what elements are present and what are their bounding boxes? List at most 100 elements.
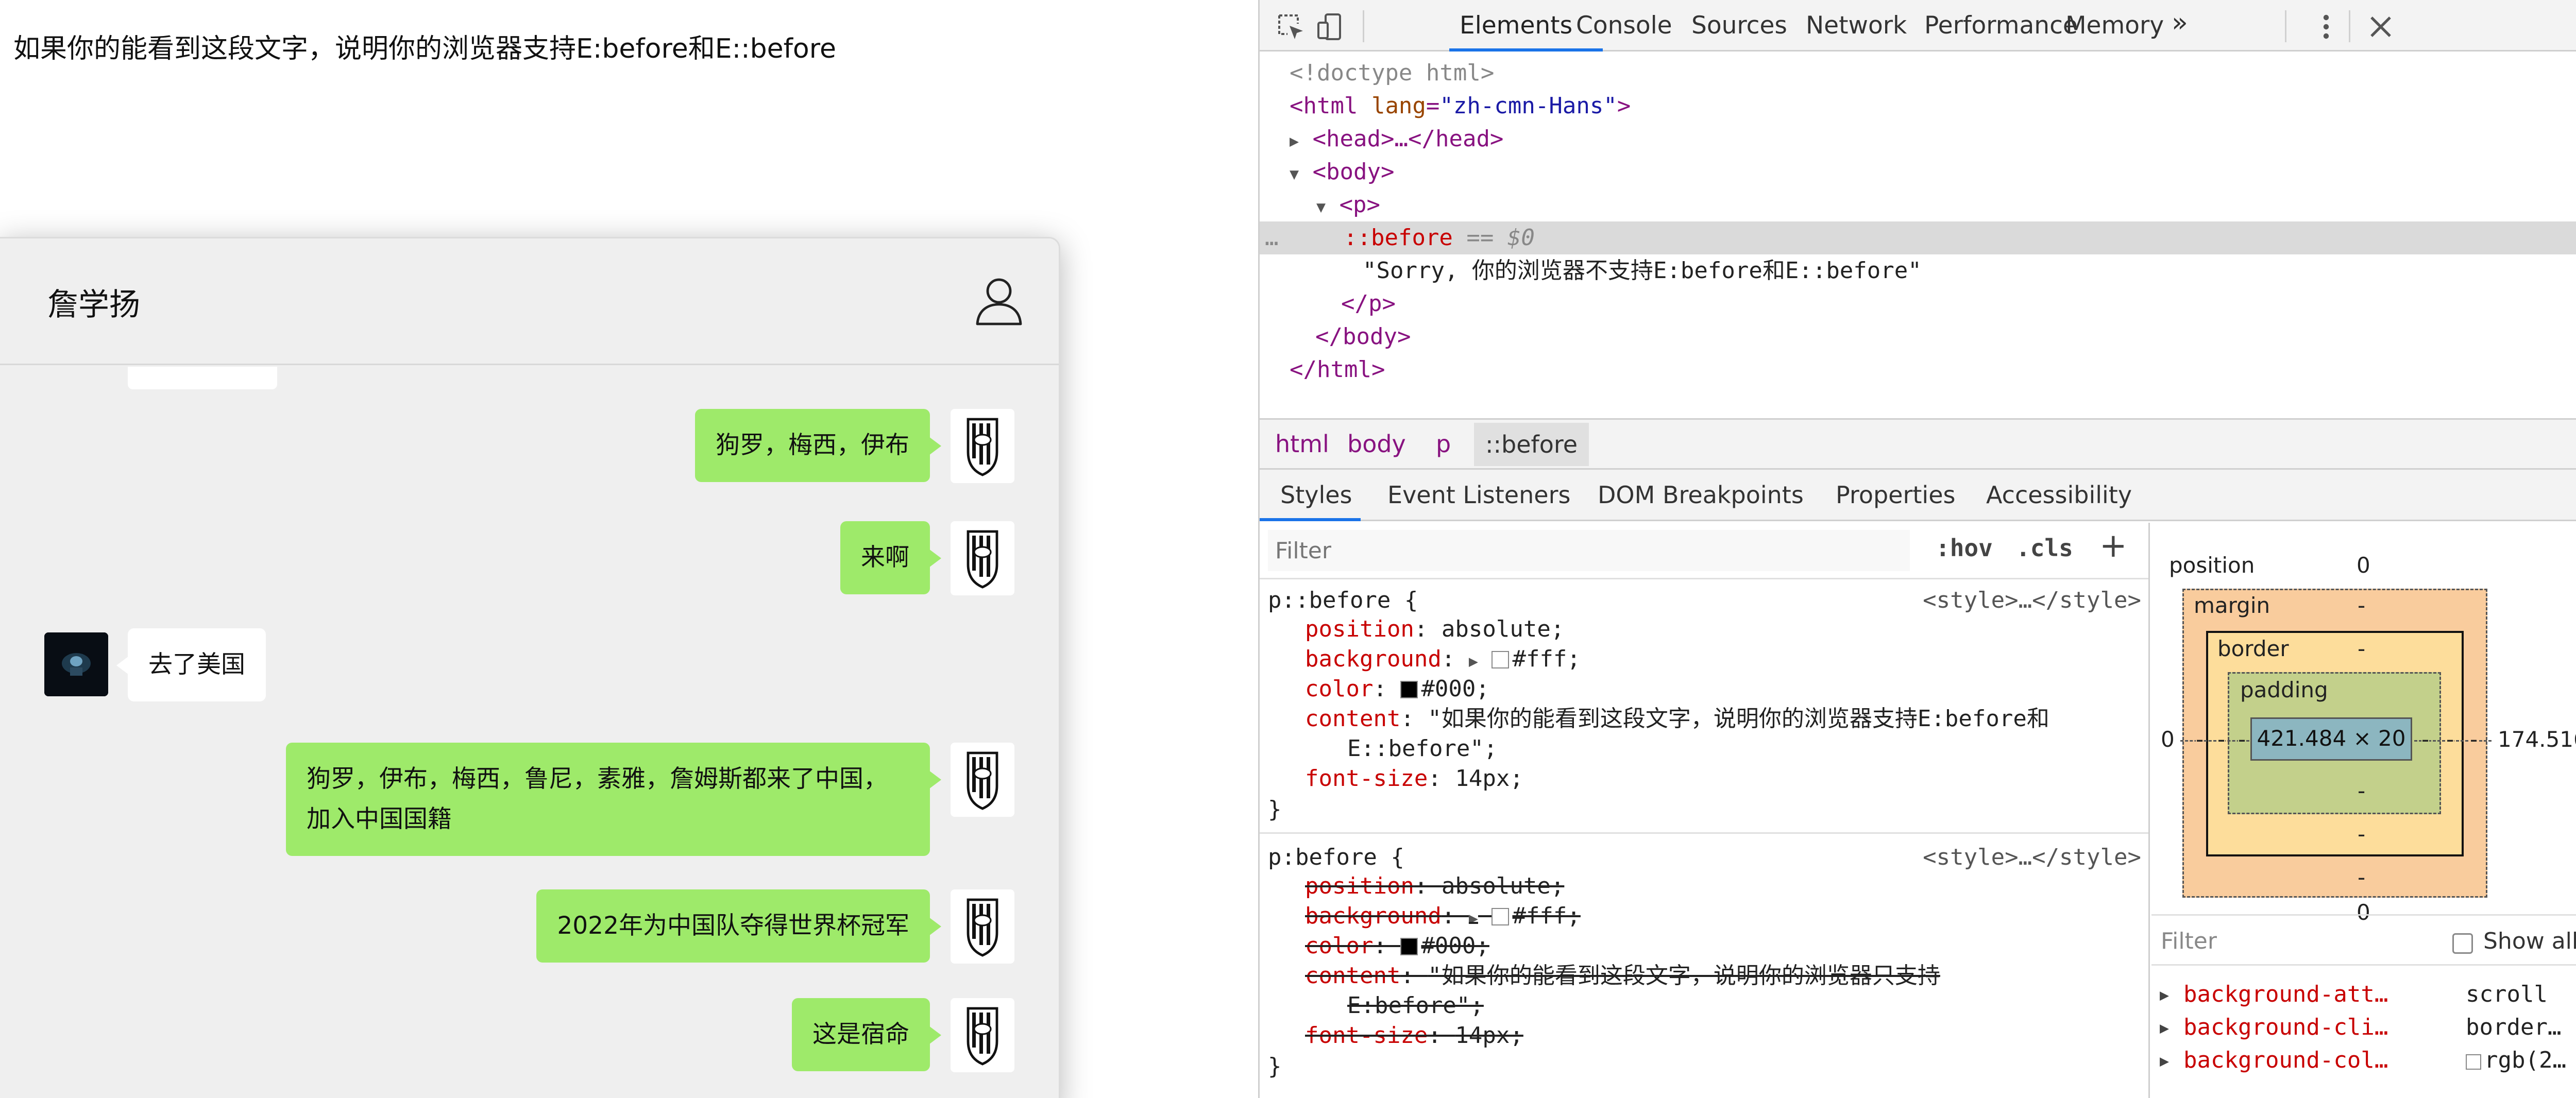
juventus-logo-avatar[interactable] (951, 521, 1014, 595)
color-swatch[interactable] (1492, 651, 1510, 668)
collapse-triangle-icon[interactable]: ▼ (1316, 198, 1326, 216)
dom-node-p[interactable]: ▼ <p> (1260, 188, 2576, 221)
user-profile-icon[interactable] (974, 274, 1024, 326)
color-swatch[interactable] (1400, 938, 1418, 955)
tab-elements[interactable]: Elements (1460, 11, 1572, 40)
box-border-left[interactable]: - (2217, 727, 2226, 752)
message-bubble-me: 这是宿命 (792, 998, 941, 1071)
show-all-checkbox[interactable] (2452, 933, 2473, 954)
expand-triangle-icon[interactable]: ▶ (1469, 653, 1478, 671)
expand-triangle-icon[interactable]: ▶ (1469, 910, 1478, 928)
computed-filter-input[interactable]: Filter (2161, 928, 2217, 954)
kebab-menu-icon[interactable] (2311, 11, 2342, 42)
box-padding-left[interactable]: - (2238, 727, 2246, 752)
dom-node-body[interactable]: ▼ <body> (1260, 156, 2576, 188)
tab-memory[interactable]: Memory (2065, 11, 2164, 40)
tab-network[interactable]: Network (1806, 11, 1907, 40)
expand-triangle-icon[interactable]: ▶ (2160, 1019, 2169, 1037)
dom-node-html-close[interactable]: </html> (1260, 353, 2576, 386)
close-icon[interactable] (2365, 11, 2396, 42)
dom-node-head[interactable]: ▶ <head>…</head> (1260, 123, 2576, 156)
property-value: "如果你的能看到这段文字，说明你的浏览器支持E:before和 (1428, 706, 2049, 732)
rule-source-link[interactable]: <style>…</style> (1923, 843, 2141, 872)
css-declaration[interactable]: position: absolute; (1305, 871, 1564, 901)
tab-styles[interactable]: Styles (1280, 481, 1352, 509)
css-declaration[interactable]: color: #000; (1305, 931, 1489, 961)
expand-triangle-icon[interactable]: ▶ (1290, 132, 1299, 150)
box-padding-right[interactable]: - (2421, 727, 2430, 752)
juventus-logo-avatar[interactable] (951, 743, 1014, 817)
box-border-top[interactable]: - (2358, 636, 2365, 661)
breadcrumb-before[interactable]: ::before (1474, 423, 1589, 466)
color-swatch[interactable] (1400, 681, 1418, 698)
node-actions-ellipsis[interactable]: … (1265, 225, 1279, 251)
computed-property-value: scroll (2466, 981, 2548, 1007)
dom-node-doctype[interactable]: <!doctype html> (1260, 57, 2576, 90)
more-tabs-button[interactable]: » (2172, 7, 2188, 38)
styles-filter-input[interactable] (1268, 530, 1910, 571)
tab-performance[interactable]: Performance (1924, 11, 2078, 40)
dom-node-before-selected[interactable]: … ::before == $0 (1260, 221, 2576, 254)
collapse-triangle-icon[interactable]: ▼ (1290, 165, 1299, 183)
color-swatch[interactable] (2466, 1054, 2481, 1070)
tab-sources[interactable]: Sources (1691, 11, 1787, 40)
tab-console[interactable]: Console (1576, 11, 1672, 40)
box-position-top[interactable]: 0 (2357, 553, 2370, 578)
tab-dom-breakpoints[interactable]: DOM Breakpoints (1598, 481, 1804, 509)
css-declaration[interactable]: background: ▶ #fff; (1305, 644, 1581, 674)
css-declaration[interactable]: background: ▶ #fff; (1305, 901, 1581, 931)
css-declaration[interactable]: content: "如果你的能看到这段文字，说明你的浏览器只支持 (1305, 961, 1940, 991)
box-position-right[interactable]: 174.516 (2498, 727, 2576, 752)
box-margin-bottom[interactable]: - (2358, 865, 2365, 890)
css-declaration-continuation: E::before"; (1347, 734, 1497, 764)
css-declaration[interactable]: position: absolute; (1305, 614, 1564, 644)
color-swatch[interactable] (1492, 908, 1510, 925)
dom-node-body-close[interactable]: </body> (1260, 320, 2576, 353)
rule-source-link[interactable]: <style>…</style> (1923, 586, 2141, 615)
css-rule-overridden[interactable]: p:before { <style>…</style> position: ab… (1260, 835, 2148, 1098)
breadcrumb-html[interactable]: html (1275, 430, 1329, 458)
tab-event-listeners[interactable]: Event Listeners (1387, 481, 1570, 509)
css-declaration[interactable]: font-size: 14px; (1305, 1021, 1523, 1051)
computed-property-row[interactable]: ▶ background-att… scroll (2151, 981, 2576, 1014)
css-declaration[interactable]: content: "如果你的能看到这段文字，说明你的浏览器支持E:before和 (1305, 704, 2049, 734)
breadcrumb-p[interactable]: p (1436, 430, 1451, 458)
new-rule-button[interactable]: + (2099, 527, 2127, 565)
juventus-logo-avatar[interactable] (951, 409, 1014, 483)
expand-triangle-icon[interactable]: ▶ (2160, 986, 2169, 1004)
css-declaration[interactable]: font-size: 14px; (1305, 764, 1523, 794)
dom-tree[interactable]: <!doctype html> <html lang="zh-cmn-Hans"… (1260, 52, 2576, 407)
css-rule[interactable]: p::before { <style>…</style> position: a… (1260, 581, 2148, 834)
dark-avatar[interactable] (44, 632, 108, 696)
rule-selector[interactable]: p:before { (1268, 843, 1404, 872)
styles-pane: :hov .cls + p::before { <style>…</style>… (1260, 523, 2150, 1098)
cls-toggle-button[interactable]: .cls (2016, 534, 2073, 562)
property-name: position (1305, 873, 1414, 899)
dom-node-p-close[interactable]: </p> (1260, 287, 2576, 320)
box-position-left[interactable]: 0 (2161, 727, 2175, 752)
dom-text-node[interactable]: "Sorry, 你的浏览器不支持E:before和E::before" (1260, 254, 2576, 287)
juventus-logo-avatar[interactable] (951, 889, 1014, 964)
computed-property-row[interactable]: ▶ background-cli… border… (2151, 1014, 2576, 1047)
box-margin-top[interactable]: - (2358, 593, 2365, 618)
box-margin-right[interactable]: - (2470, 727, 2478, 752)
css-declaration[interactable]: color: #000; (1305, 674, 1489, 704)
box-content-size[interactable]: 421.484 × 20 (2250, 717, 2412, 761)
box-padding-bottom[interactable]: - (2358, 778, 2365, 803)
tab-properties[interactable]: Properties (1836, 481, 1955, 509)
box-border-right[interactable]: - (2446, 727, 2454, 752)
box-border-bottom[interactable]: - (2358, 821, 2365, 847)
tab-accessibility[interactable]: Accessibility (1986, 481, 2132, 509)
inspect-element-icon[interactable] (1275, 11, 1306, 42)
dom-node-html[interactable]: <html lang="zh-cmn-Hans"> (1260, 90, 2576, 123)
box-margin-left[interactable]: - (2196, 727, 2204, 752)
device-toolbar-icon[interactable] (1315, 11, 1346, 42)
message-list[interactable]: 狗罗，梅西，伊布 来啊 去了美国 狗罗，伊布，梅西，鲁尼，素雅，詹姆斯都来了中国… (0, 367, 1059, 1098)
message-bubble-me: 狗罗，梅西，伊布 (695, 409, 941, 482)
breadcrumb-body[interactable]: body (1347, 430, 1406, 458)
computed-property-row[interactable]: ▶ background-col… rgb(2… (2151, 1047, 2576, 1080)
juventus-logo-avatar[interactable] (951, 998, 1014, 1072)
rule-selector[interactable]: p::before { (1268, 586, 1418, 615)
hov-toggle-button[interactable]: :hov (1936, 534, 1993, 562)
expand-triangle-icon[interactable]: ▶ (2160, 1052, 2169, 1070)
